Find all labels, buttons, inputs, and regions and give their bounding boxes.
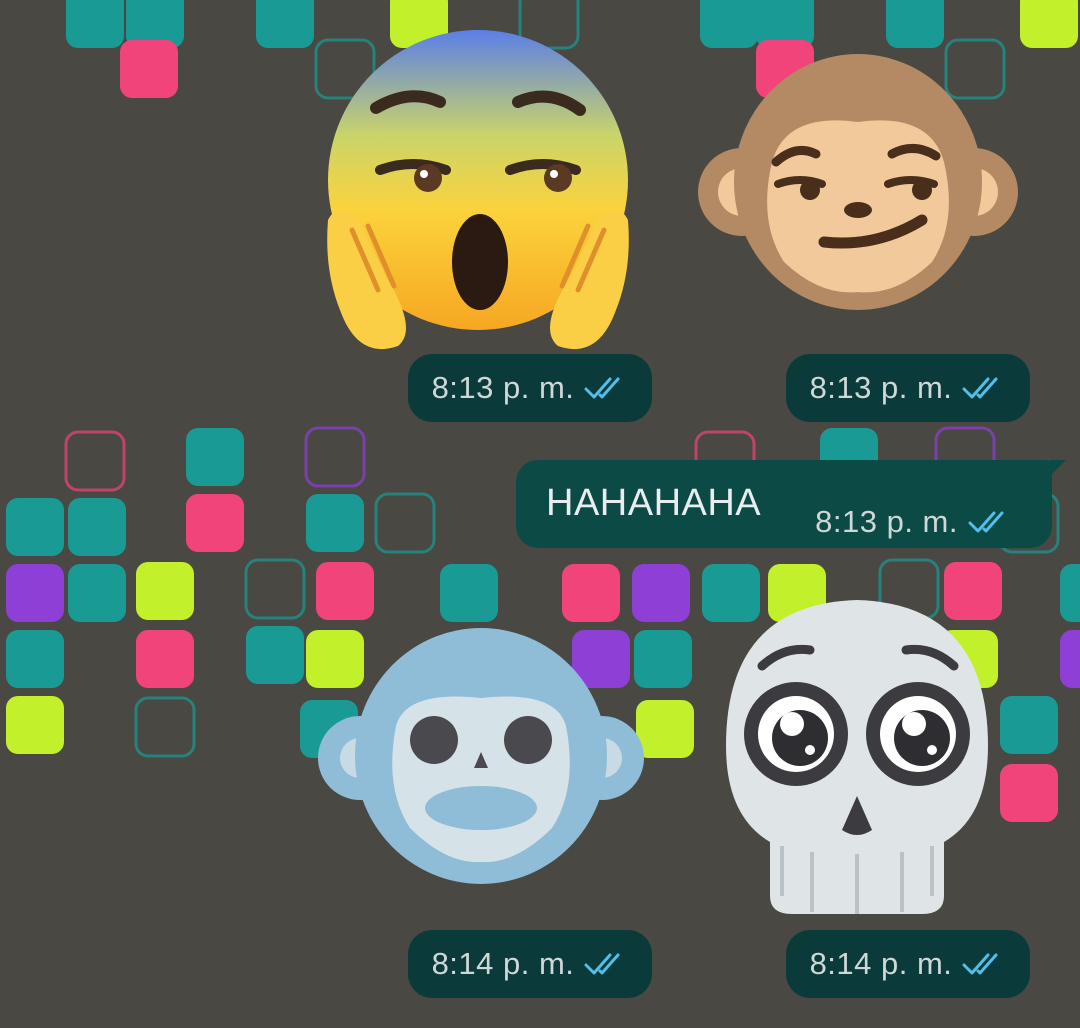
message-time: 8:13 p. m. xyxy=(431,370,575,405)
wallpaper-tile xyxy=(632,564,690,622)
wallpaper-tile xyxy=(136,562,194,620)
wallpaper-tile xyxy=(66,0,124,48)
wallpaper-tile xyxy=(6,564,64,622)
message-status-pill: 8:13 p. m. xyxy=(408,354,652,422)
read-double-check-icon xyxy=(584,377,620,399)
wallpaper-tile xyxy=(1020,0,1078,48)
wallpaper-tile xyxy=(6,630,64,688)
wallpaper-tile xyxy=(6,696,64,754)
wallpaper-tile xyxy=(1060,630,1080,688)
bubble-tail xyxy=(1050,460,1066,476)
message-text: HAHAHAHA xyxy=(546,482,762,524)
wallpaper-tile xyxy=(136,630,194,688)
wallpaper-tile xyxy=(68,498,126,556)
read-double-check-icon xyxy=(962,377,998,399)
wallpaper-tile xyxy=(246,626,304,684)
message-meta: 8:13 p. m. xyxy=(815,504,1012,540)
wallpaper-tile xyxy=(186,428,244,486)
read-double-check-icon xyxy=(584,953,620,975)
wallpaper-tile xyxy=(1000,696,1058,754)
wallpaper-tile xyxy=(886,0,944,48)
message-time: 8:13 p. m. xyxy=(815,504,958,539)
wallpaper-tile xyxy=(306,494,364,552)
message-status-pill: 8:14 p. m. xyxy=(786,930,1030,998)
wallpaper-tile xyxy=(120,40,178,98)
skull-monkey-icon[interactable] xyxy=(316,628,646,888)
message-status-pill: 8:13 p. m. xyxy=(786,354,1030,422)
wallpaper-tile xyxy=(256,0,314,48)
smirking-monkey-icon[interactable] xyxy=(696,52,1020,312)
wallpaper-tile xyxy=(562,564,620,622)
shocked-face-with-hands-icon[interactable] xyxy=(318,30,638,350)
wallpaper-tile xyxy=(6,498,64,556)
pleading-skull-icon[interactable] xyxy=(722,596,992,918)
message-time: 8:14 p. m. xyxy=(809,946,953,981)
wallpaper-tile xyxy=(1000,764,1058,822)
wallpaper-tile xyxy=(68,564,126,622)
wallpaper-tile xyxy=(316,562,374,620)
message-time: 8:14 p. m. xyxy=(431,946,575,981)
wallpaper-tile xyxy=(186,494,244,552)
wallpaper-tile xyxy=(700,0,758,48)
read-double-check-icon xyxy=(962,953,998,975)
outgoing-text-message[interactable]: HAHAHAHA 8:13 p. m. xyxy=(516,460,1066,548)
message-time: 8:13 p. m. xyxy=(809,370,953,405)
message-status-pill: 8:14 p. m. xyxy=(408,930,652,998)
wallpaper-tile xyxy=(1060,564,1080,622)
read-double-check-icon xyxy=(968,511,1004,533)
wallpaper-tile xyxy=(440,564,498,622)
